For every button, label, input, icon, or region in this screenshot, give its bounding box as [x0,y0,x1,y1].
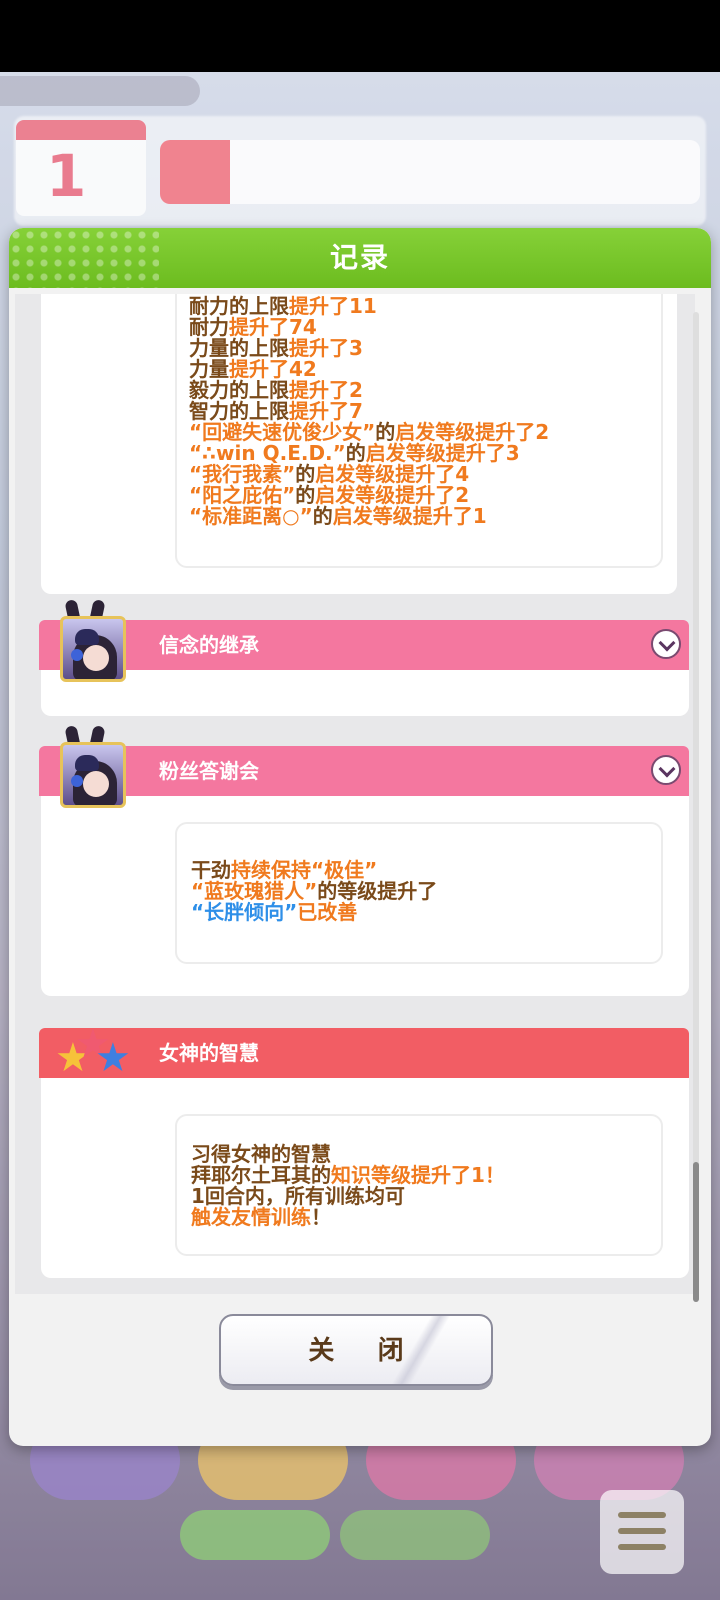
dialog-title: 记录 [329,241,390,274]
log-text: “长胖倾向” [191,900,298,924]
log-line: “阳之庇佑”的启发等级提升了2 [189,485,549,506]
section-stats-lines: 耐力的上限提升了11 耐力提升了74 力量的上限提升了3 力量提升了42 毅力的上限提升… [189,296,549,527]
log-line: 耐力的上限提升了11 [189,296,549,317]
character-portrait [60,742,126,808]
log-line: “我行我素”的启发等级提升了4 [189,464,549,485]
log-text: “标准距离○” [189,504,313,528]
log-line: 触发友情训练！ [191,1207,505,1228]
log-text: 启发等级提升了1 [332,504,487,528]
log-dialog: 记录 耐力的上限提升了11 耐力提升了74 力量的上限提升了3 力量提升了42 毅力的上… [9,228,711,1446]
log-line: 智力的上限提升了7 [189,401,549,422]
log-line: 力量的上限提升了3 [189,338,549,359]
log-line: 拜耶尔土耳其的知识等级提升了1！ [191,1165,505,1186]
log-line: 干劲持续保持“极佳” [191,860,437,881]
scrollbar-track[interactable] [693,312,699,1302]
section-belief-header[interactable]: 信念的继承 [39,620,689,670]
close-button[interactable]: 关 闭 [219,1314,493,1386]
section-goddess-title: 女神的智慧 [159,1041,259,1065]
scrollbar-thumb[interactable] [693,1162,699,1302]
close-button-label: 关 闭 [308,1335,422,1365]
section-fan-title: 粉丝答谢会 [159,759,259,783]
log-line: “标准距离○”的启发等级提升了1 [189,506,549,527]
log-line: 力量提升了42 [189,359,549,380]
section-fan-log: 干劲持续保持“极佳” “蓝玫瑰猎人”的等级提升了 “长胖倾向”已改善 [175,822,663,964]
status-bar [0,0,720,72]
character-portrait [60,616,126,682]
chevron-down-icon[interactable] [651,629,681,659]
chevron-down-icon[interactable] [651,755,681,785]
section-fan-header[interactable]: 粉丝答谢会 [39,746,689,796]
log-text: 触发友情训练 [191,1205,311,1229]
log-text: ！ [311,1205,331,1229]
log-line: 1回合内，所有训练均可 [191,1186,505,1207]
log-line: 耐力提升了74 [189,317,549,338]
section-stats-log: 耐力的上限提升了11 耐力提升了74 力量的上限提升了3 力量提升了42 毅力的上限提升… [175,294,663,568]
log-text: 已改善 [297,900,358,924]
log-line: 习得女神的智慧 [191,1144,505,1165]
section-fan-lines: 干劲持续保持“极佳” “蓝玫瑰猎人”的等级提升了 “长胖倾向”已改善 [191,860,437,923]
goddess-stars-icon: ★ ★ ★ [55,1021,131,1081]
log-line: “∴win Q.E.D.”的启发等级提升了3 [189,443,549,464]
log-text: 的 [312,504,333,528]
log-line: 毅力的上限提升了2 [189,380,549,401]
section-belief-title: 信念的继承 [159,633,259,657]
log-line: “回避失速优俊少女”的启发等级提升了2 [189,422,549,443]
section-goddess-log: 习得女神的智慧 拜耶尔土耳其的知识等级提升了1！ 1回合内，所有训练均可 触发友情训练… [175,1114,663,1256]
section-goddess-header: 女神的智慧 [39,1028,689,1078]
log-scroll-area[interactable]: 耐力的上限提升了11 耐力提升了74 力量的上限提升了3 力量提升了42 毅力的上限提升… [15,294,695,1294]
log-line: “长胖倾向”已改善 [191,902,437,923]
log-line: “蓝玫瑰猎人”的等级提升了 [191,881,437,902]
section-goddess-lines: 习得女神的智慧 拜耶尔土耳其的知识等级提升了1！ 1回合内，所有训练均可 触发友情训练… [191,1144,505,1228]
